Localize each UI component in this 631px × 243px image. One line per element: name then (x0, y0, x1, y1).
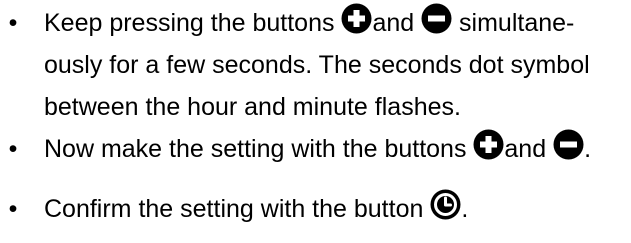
text-segment: Now make the setting with the buttons (44, 135, 474, 163)
list-item-text: Keep pressing the buttons and simultane-… (44, 2, 631, 128)
bullet: • (8, 195, 18, 223)
text-segment: and (372, 9, 422, 37)
plus-circle-icon (341, 3, 372, 34)
text-segment: Keep pressing the buttons (44, 9, 342, 37)
text-segment: . (461, 195, 469, 223)
bullet: • (8, 9, 18, 37)
plus-circle-icon (473, 129, 504, 160)
text-line: between the hour and minute flashes. (44, 93, 461, 121)
text-line: Confirm the setting with the button . (44, 188, 631, 230)
list-item-text: Now make the setting with the buttons an… (44, 128, 631, 170)
text-segment: . (584, 135, 592, 163)
text-segment: simultane- (452, 9, 575, 37)
clock-circle-icon (430, 189, 461, 220)
bullet: • (8, 135, 18, 163)
list-item-text: Confirm the setting with the button . (44, 188, 631, 230)
text-line: Keep pressing the buttons and simultane- (44, 2, 631, 44)
text-segment: Confirm the setting with the button (44, 195, 431, 223)
minus-circle-icon (421, 3, 452, 34)
text-line: ously for a few seconds. The seconds dot… (44, 51, 590, 79)
text-line: Now make the setting with the buttons an… (44, 128, 631, 170)
text-segment: and (504, 135, 554, 163)
minus-circle-icon (553, 129, 584, 160)
